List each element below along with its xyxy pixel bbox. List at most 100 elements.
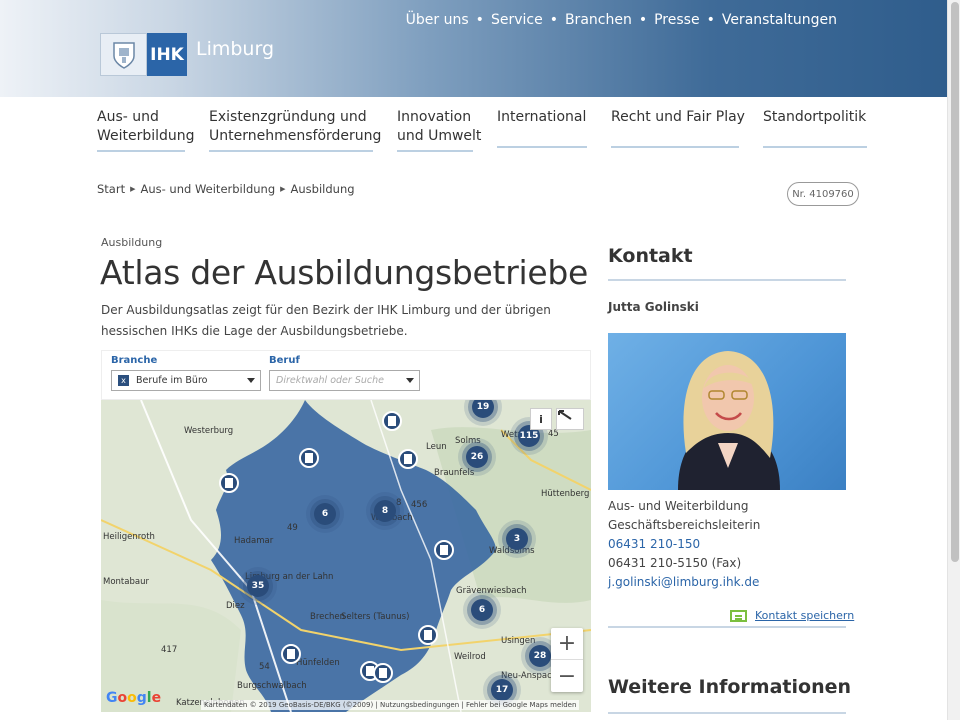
divider [608,626,846,628]
zoom-control: + − [551,628,583,692]
topnav-veranstaltungen[interactable]: Veranstaltungen [722,12,837,28]
map-place-label: Braunfels [434,468,475,478]
breadcrumb: Start ▶ Aus- und Weiterbildung ▶ Ausbild… [97,182,355,196]
contact-phone-link[interactable]: 06431 210-150 [608,535,760,554]
contact-email-link[interactable]: j.golinski@limburg.ihk.de [608,573,760,592]
company-marker-icon[interactable] [373,663,393,683]
save-contact-link[interactable]: Kontakt speichern [730,609,854,622]
breadcrumb-arrow-icon: ▶ [280,185,286,193]
nav-separator: • [638,12,648,28]
mainnav-international[interactable]: International [497,108,587,148]
chevron-down-icon [406,378,414,383]
breadcrumb-ausbildung[interactable]: Ausbildung [291,182,355,196]
beruf-placeholder: Direktwahl oder Suche [276,375,384,386]
remove-filter-icon[interactable]: x [118,375,129,386]
mainnav-label: und Umwelt [397,128,482,144]
map-cluster-marker[interactable]: 6 [314,503,336,525]
map-cluster-marker[interactable]: 26 [466,446,488,468]
save-contact-label: Kontakt speichern [755,609,855,622]
chevron-down-icon [247,378,255,383]
map-place-label: Burgschwalbach [237,681,307,691]
map-cluster-marker[interactable]: 35 [247,575,269,597]
road-number-label: 456 [411,500,428,510]
map-place-label: Weilrod [454,652,486,662]
page-kicker: Ausbildung [101,236,163,249]
topnav-service[interactable]: Service [491,12,543,28]
map-cluster-marker[interactable]: 17 [491,679,513,701]
top-navigation: Über uns • Service • Branchen • Presse •… [406,12,837,28]
beruf-select[interactable]: Direktwahl oder Suche [269,370,420,391]
page-scrollbar[interactable] [947,0,960,720]
scrollbar-thumb[interactable] [951,2,959,562]
contact-fax: 06431 210-5150 (Fax) [608,556,742,570]
beruf-label: Beruf [269,355,300,366]
map-place-label: Hadamar [234,536,274,546]
zoom-out-button[interactable]: − [551,660,583,692]
mainnav-label: Innovation [397,109,472,125]
ihk-logo[interactable]: IHK [100,33,187,76]
mainnav-label: Weiterbildung [97,128,195,144]
map-place-label: Leun [426,442,447,452]
map-place-label: Neu-Anspach [501,671,558,681]
company-marker-icon[interactable] [219,473,239,493]
map-cluster-marker[interactable]: 8 [374,500,396,522]
map-attribution[interactable]: Kartendaten © 2019 GeoBasis-DE/BKG (©200… [201,700,580,710]
road-number-label: 45 [548,429,559,439]
map-cluster-marker[interactable]: 3 [506,528,528,550]
branche-select[interactable]: x Berufe im Büro [111,370,261,391]
topnav-ueber-uns[interactable]: Über uns [406,12,469,28]
company-marker-icon[interactable] [299,448,319,468]
map-place-label: Westerburg [184,426,234,436]
nav-separator: • [475,12,484,28]
intro-text: Der Ausbildungsatlas zeigt für den Bezir… [101,303,551,338]
topnav-presse[interactable]: Presse [654,12,699,28]
map-place-label: Hüttenberg [541,489,590,499]
mainnav-innovation-umwelt[interactable]: Innovation und Umwelt [397,108,482,152]
company-marker-icon[interactable] [434,540,454,560]
zoom-in-button[interactable]: + [551,628,583,660]
map-cluster-marker[interactable]: 6 [471,599,493,621]
contact-details: Aus- und Weiterbildung Geschäftsbereichs… [608,497,760,592]
mainnav-label: Standortpolitik [763,109,867,125]
map-base [101,400,591,712]
topnav-branchen[interactable]: Branchen [565,12,632,28]
mainnav-recht-fair-play[interactable]: Recht und Fair Play [611,108,745,148]
company-marker-icon[interactable] [418,625,438,645]
mainnav-label: International [497,109,587,125]
training-companies-map[interactable]: Westerburg Hadamar Montabaur Diez Weinba… [101,400,591,712]
map-place-label: Brechen [310,612,346,622]
chamber-name: Limburg [196,38,275,60]
branche-selected-value: Berufe im Büro [136,375,208,386]
company-marker-icon[interactable] [398,449,418,469]
map-cluster-marker[interactable]: 28 [529,645,551,667]
mainnav-existenzgruendung[interactable]: Existenzgründung und Unternehmensförderu… [209,108,382,152]
more-info-heading: Weitere Informationen [608,676,852,698]
fullscreen-icon[interactable] [556,408,584,430]
logo-text: IHK [147,33,187,76]
mainnav-label: Unternehmensförderung [209,128,382,144]
map-place-label: Diez [226,601,245,611]
vcard-icon [730,609,747,622]
contact-role: Geschäftsbereichsleiterin [608,518,761,532]
nav-separator: • [549,12,558,28]
map-place-label: Selters (Taunus) [341,612,410,622]
branche-label: Branche [111,355,158,366]
breadcrumb-aus-und-weiterbildung[interactable]: Aus- und Weiterbildung [140,182,275,196]
road-number-label: 417 [161,645,178,655]
mainnav-label: Aus- und [97,109,159,125]
contact-name: Jutta Golinski [608,300,699,314]
map-place-label: Solms [455,436,481,446]
map-place-label: Usingen [501,636,536,646]
info-icon[interactable]: i [530,408,552,430]
breadcrumb-start[interactable]: Start [97,182,125,196]
mainnav-standortpolitik[interactable]: Standortpolitik [763,108,867,148]
nav-separator: • [706,12,715,28]
road-number-label: 8 [396,498,402,508]
mainnav-aus-und-weiterbildung[interactable]: Aus- und Weiterbildung [97,108,195,152]
site-header: IHK Limburg Über uns • Service • Branche… [0,0,947,97]
company-marker-icon[interactable] [281,644,301,664]
main-navigation: Aus- und Weiterbildung Existenzgründung … [97,108,867,152]
mainnav-label: Existenzgründung und [209,109,367,125]
company-marker-icon[interactable] [382,411,402,431]
map-filter-bar: Branche x Berufe im Büro Beruf Direktwah… [101,350,591,400]
